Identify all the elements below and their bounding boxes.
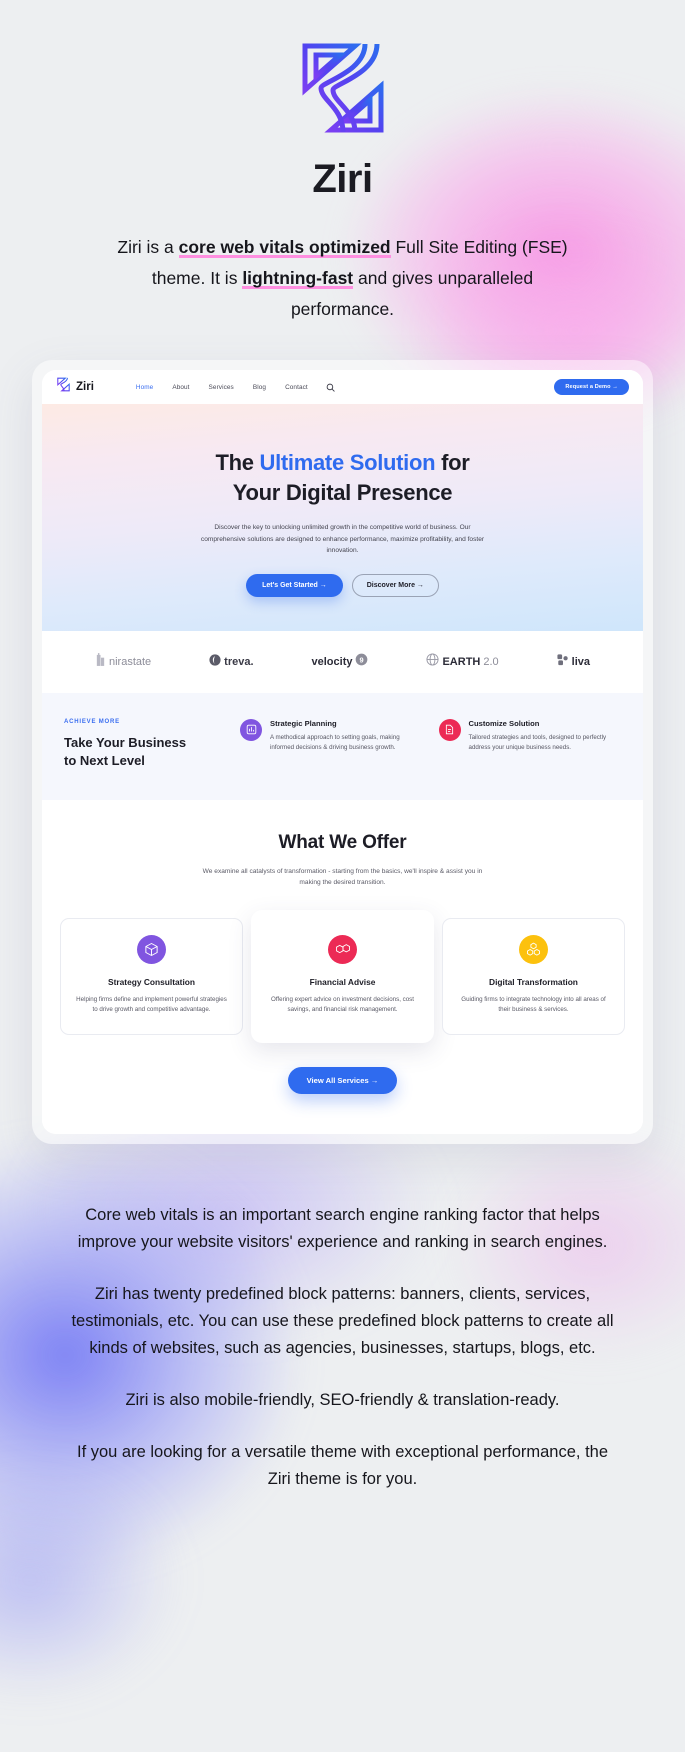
offer-title: What We Offer — [278, 831, 407, 853]
hero-headline: The Ultimate Solution for Your Digital P… — [42, 448, 643, 508]
bottom-copy: Core web vitals is an important search e… — [0, 1144, 685, 1553]
preview-brand-name: Ziri — [76, 381, 94, 393]
achieve-title-line1: Take Your Business — [64, 734, 187, 750]
ziri-z-logo-icon — [293, 38, 393, 143]
clover-icon — [557, 653, 569, 671]
feature-title-strategic-planning: Strategic Planning — [270, 718, 337, 728]
leaf-circle-icon — [209, 653, 221, 671]
intro-highlight-lightning-fast: lightning-fast — [242, 268, 354, 289]
bottom-paragraph-4: If you are looking for a versatile theme… — [76, 1442, 609, 1488]
hero-title-a: The — [215, 450, 260, 475]
achieve-more-section: ACHIEVE MORE Take Your Business to Next … — [42, 692, 643, 800]
request-demo-button[interactable]: Request a Demo → — [554, 379, 629, 395]
hero-title-line2: Your Digital Presence — [232, 480, 453, 505]
service-title-financial-advise: Financial Advise — [309, 976, 376, 987]
hero-paragraph: Discover the key to unlocking unlimited … — [200, 524, 485, 554]
service-card-financial-advise[interactable]: Financial Advise Offering expert advice … — [251, 909, 434, 1043]
nav-item-home[interactable]: Home — [136, 384, 153, 391]
client-logo-velocity: velocity 9 — [312, 653, 369, 671]
service-title-digital-transformation: Digital Transformation — [489, 976, 578, 987]
intro-paragraph: Ziri is a core web vitals optimized Full… — [108, 232, 578, 325]
discover-more-button[interactable]: Discover More → — [351, 573, 439, 597]
service-desc-financial-advise: Offering expert advice on investment dec… — [271, 995, 414, 1014]
theme-preview: Ziri Home About Services Blog Contact Re… — [42, 370, 643, 1134]
bottom-paragraph-3: Ziri is also mobile-friendly, SEO-friend… — [125, 1390, 560, 1409]
achieve-title: Take Your Business to Next Level — [64, 734, 224, 770]
globe-icon — [426, 652, 440, 671]
lets-get-started-button[interactable]: Let's Get Started → — [246, 573, 343, 597]
cube-icon — [137, 934, 166, 964]
client-logo-liva: liva — [557, 653, 590, 671]
view-all-row: View All Services → — [42, 1066, 643, 1094]
feature-strategic-planning: Strategic Planning A methodical approach… — [240, 718, 423, 770]
what-we-offer-section: What We Offer We examine all catalysts o… — [42, 799, 643, 1134]
service-card-strategy-consultation[interactable]: Strategy Consultation Helping firms defi… — [60, 917, 243, 1035]
cube-stack-icon — [519, 934, 548, 964]
hero-title-b: for — [435, 450, 470, 475]
document-edit-icon — [438, 718, 461, 741]
nav-item-blog[interactable]: Blog — [253, 384, 266, 391]
chart-square-icon — [240, 718, 262, 741]
brand-header: Ziri — [0, 0, 685, 202]
client-name-velocity: velocity — [311, 655, 353, 668]
bottom-paragraph-1: Core web vitals is an important search e… — [77, 1205, 608, 1251]
view-all-services-button[interactable]: View All Services → — [287, 1066, 398, 1094]
client-name-earth-suffix: 2.0 — [483, 655, 499, 668]
client-name-earth: EARTH — [442, 655, 481, 668]
nine-badge-icon: 9 — [355, 653, 368, 671]
service-desc-strategy-consultation: Helping firms define and implement power… — [76, 995, 227, 1014]
service-card-digital-transformation[interactable]: Digital Transformation Guiding firms to … — [442, 917, 625, 1035]
service-cards-row: Strategy Consultation Helping firms defi… — [42, 909, 643, 1043]
achieve-kicker: ACHIEVE MORE — [64, 718, 120, 725]
theme-preview-frame: Ziri Home About Services Blog Contact Re… — [32, 360, 653, 1144]
hero-title-accent: Ultimate Solution — [259, 450, 436, 475]
feature-desc-customize-solution: Tailored strategies and tools, designed … — [468, 733, 607, 751]
dual-cube-icon — [328, 934, 357, 964]
client-logo-earth20: EARTH 2.0 — [426, 652, 499, 671]
client-logos-strip: nirastate treva. velocity 9 EARTH 2.0 li… — [42, 630, 643, 693]
feature-desc-strategic-planning: A methodical approach to setting goals, … — [270, 733, 400, 751]
achieve-heading-block: ACHIEVE MORE Take Your Business to Next … — [64, 719, 224, 770]
nav-item-services[interactable]: Services — [209, 384, 234, 391]
preview-hero: The Ultimate Solution for Your Digital P… — [42, 404, 643, 631]
offer-subtitle: We examine all catalysts of transformati… — [202, 867, 483, 886]
intro-text-part1: Ziri is a — [117, 237, 179, 257]
svg-text:9: 9 — [360, 655, 364, 664]
page-title: Ziri — [312, 157, 373, 201]
nav-item-about[interactable]: About — [172, 384, 189, 391]
client-name-treva: treva. — [224, 655, 254, 668]
preview-nav-links: Home About Services Blog Contact — [136, 384, 308, 391]
client-name-liva: liva — [571, 655, 590, 668]
feature-customize-solution: Customize Solution Tailored strategies a… — [438, 718, 622, 770]
client-logo-nirastate: nirastate — [95, 652, 152, 671]
feature-title-customize-solution: Customize Solution — [468, 718, 540, 728]
preview-ziri-logo-icon — [56, 377, 71, 397]
nav-item-contact[interactable]: Contact — [285, 384, 308, 391]
bottom-paragraph-2: Ziri has twenty predefined block pattern… — [71, 1284, 614, 1357]
service-desc-digital-transformation: Guiding firms to integrate technology in… — [461, 995, 606, 1014]
preview-navbar: Ziri Home About Services Blog Contact Re… — [42, 370, 643, 404]
client-logo-treva: treva. — [209, 653, 254, 671]
achieve-title-line2: to Next Level — [64, 752, 145, 768]
building-icon — [95, 652, 106, 671]
service-title-strategy-consultation: Strategy Consultation — [107, 976, 195, 987]
search-icon[interactable] — [326, 383, 335, 392]
intro-highlight-core-web-vitals: core web vitals optimized — [178, 237, 391, 258]
preview-brand[interactable]: Ziri — [56, 377, 94, 397]
client-name-nirastate: nirastate — [108, 655, 152, 668]
hero-button-row: Let's Get Started → Discover More → — [42, 573, 643, 597]
